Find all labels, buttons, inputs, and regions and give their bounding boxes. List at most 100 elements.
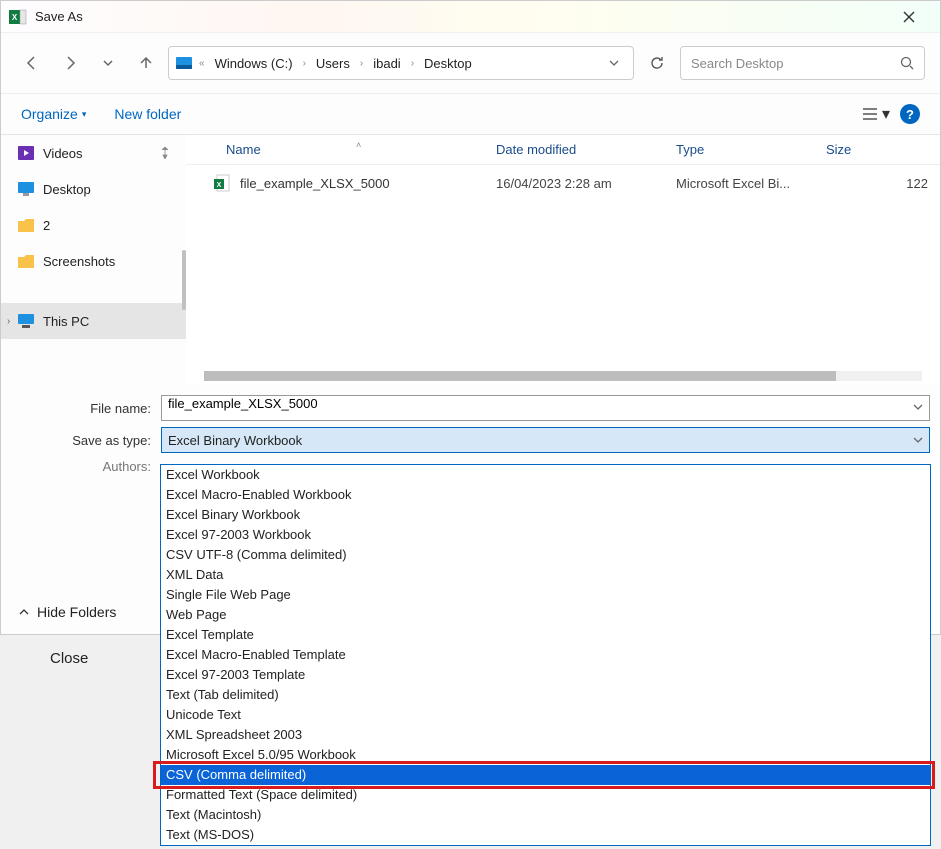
file-name-label: File name: bbox=[11, 401, 161, 416]
hide-folders-label: Hide Folders bbox=[37, 604, 116, 620]
dropdown-item[interactable]: XML Spreadsheet 2003 bbox=[161, 725, 930, 745]
dropdown-item[interactable]: Unicode Text bbox=[161, 705, 930, 725]
chevron-right-icon: › bbox=[358, 58, 365, 69]
file-date: 16/04/2023 2:28 am bbox=[496, 176, 676, 191]
drive-icon bbox=[175, 54, 193, 72]
dropdown-item[interactable]: Excel 97-2003 Template bbox=[161, 665, 930, 685]
help-button[interactable]: ? bbox=[900, 104, 920, 124]
dropdown-item[interactable]: Microsoft Excel 5.0/95 Workbook bbox=[161, 745, 930, 765]
breadcrumb-item[interactable]: Users bbox=[312, 54, 354, 73]
close-button[interactable]: Close bbox=[50, 650, 88, 667]
view-menu[interactable]: ▾ bbox=[862, 104, 890, 124]
column-type[interactable]: Type bbox=[676, 142, 826, 157]
chevron-down-icon: ▾ bbox=[882, 104, 890, 124]
sort-indicator-icon: ˄ bbox=[356, 140, 361, 150]
form-area: File name: file_example_XLSX_5000 Save a… bbox=[1, 385, 940, 474]
file-list: Name˄ Date modified Type Size X file_exa… bbox=[186, 135, 940, 385]
up-button[interactable] bbox=[130, 47, 162, 79]
svg-text:X: X bbox=[12, 13, 18, 22]
dropdown-item[interactable]: CSV (Comma delimited) bbox=[161, 765, 930, 785]
save-as-type-dropdown[interactable]: Excel Binary Workbook bbox=[161, 427, 930, 453]
horizontal-scrollbar[interactable] bbox=[204, 371, 922, 381]
dropdown-item[interactable]: Excel 97-2003 Workbook bbox=[161, 525, 930, 545]
save-as-type-value: Excel Binary Workbook bbox=[168, 433, 302, 448]
dropdown-item[interactable]: Text (Tab delimited) bbox=[161, 685, 930, 705]
hide-folders-button[interactable]: Hide Folders bbox=[19, 604, 116, 620]
dropdown-item[interactable]: Excel Macro-Enabled Template bbox=[161, 645, 930, 665]
chevron-left-icon: « bbox=[197, 58, 207, 69]
dropdown-item[interactable]: Excel Binary Workbook bbox=[161, 505, 930, 525]
sidebar-item-label: Videos bbox=[43, 146, 83, 161]
dialog-body: Videos Desktop 2 Screenshots › This PC bbox=[1, 135, 940, 385]
chevron-right-icon: › bbox=[7, 316, 10, 327]
new-folder-button[interactable]: New folder bbox=[114, 106, 181, 122]
save-as-type-label: Save as type: bbox=[11, 433, 161, 448]
breadcrumb[interactable]: « Windows (C:) › Users › ibadi › Desktop bbox=[168, 46, 634, 80]
refresh-button[interactable] bbox=[640, 46, 674, 80]
sidebar-item-label: Desktop bbox=[43, 182, 91, 197]
dropdown-item[interactable]: Text (MS-DOS) bbox=[161, 825, 930, 845]
sidebar-item-label: This PC bbox=[43, 314, 89, 329]
dropdown-item[interactable]: Excel Workbook bbox=[161, 465, 930, 485]
svg-text:X: X bbox=[217, 182, 222, 189]
dropdown-item[interactable]: XML Data bbox=[161, 565, 930, 585]
column-name[interactable]: Name˄ bbox=[186, 142, 496, 157]
file-name-value: file_example_XLSX_5000 bbox=[168, 396, 318, 411]
sidebar-item-folder-2[interactable]: 2 bbox=[1, 207, 186, 243]
chevron-right-icon: › bbox=[409, 58, 416, 69]
file-size: 122 bbox=[826, 176, 940, 191]
chevron-down-icon: ▾ bbox=[82, 109, 87, 120]
pc-icon bbox=[17, 312, 35, 330]
navigation-row: « Windows (C:) › Users › ibadi › Desktop bbox=[1, 33, 940, 93]
close-icon[interactable] bbox=[886, 2, 932, 32]
titlebar: X Save As bbox=[1, 1, 940, 33]
sidebar-item-desktop[interactable]: Desktop bbox=[1, 171, 186, 207]
sidebar-item-videos[interactable]: Videos bbox=[1, 135, 186, 171]
videos-icon bbox=[17, 144, 35, 162]
sidebar-item-label: Screenshots bbox=[43, 254, 115, 269]
file-type: Microsoft Excel Bi... bbox=[676, 176, 826, 191]
breadcrumb-item[interactable]: Windows (C:) bbox=[211, 54, 297, 73]
excel-app-icon: X bbox=[9, 8, 27, 26]
column-headers: Name˄ Date modified Type Size bbox=[186, 135, 940, 165]
toolbar: Organize ▾ New folder ▾ ? bbox=[1, 93, 940, 135]
search-field[interactable] bbox=[691, 56, 892, 71]
breadcrumb-item[interactable]: ibadi bbox=[369, 54, 404, 73]
dropdown-item[interactable]: Single File Web Page bbox=[161, 585, 930, 605]
column-date[interactable]: Date modified bbox=[496, 142, 676, 157]
organize-menu[interactable]: Organize ▾ bbox=[21, 106, 86, 122]
dropdown-item[interactable]: Excel Template bbox=[161, 625, 930, 645]
chevron-down-icon bbox=[913, 435, 923, 445]
file-name-input[interactable]: file_example_XLSX_5000 bbox=[161, 395, 930, 421]
dialog-title: Save As bbox=[35, 9, 83, 24]
file-name: file_example_XLSX_5000 bbox=[240, 176, 390, 191]
excel-file-icon: X bbox=[214, 174, 232, 192]
organize-label: Organize bbox=[21, 106, 78, 122]
breadcrumb-item[interactable]: Desktop bbox=[420, 54, 476, 73]
pin-icon bbox=[160, 147, 170, 159]
chevron-up-icon bbox=[19, 607, 29, 617]
folder-icon bbox=[17, 216, 35, 234]
dropdown-item[interactable]: Web Page bbox=[161, 605, 930, 625]
column-size[interactable]: Size bbox=[826, 142, 940, 157]
chevron-right-icon: › bbox=[301, 58, 308, 69]
breadcrumb-dropdown[interactable] bbox=[601, 58, 627, 68]
file-type-dropdown-list[interactable]: Excel WorkbookExcel Macro-Enabled Workbo… bbox=[160, 464, 931, 846]
sidebar-item-screenshots[interactable]: Screenshots bbox=[1, 243, 186, 279]
dropdown-item[interactable]: Formatted Text (Space delimited) bbox=[161, 785, 930, 805]
back-button[interactable] bbox=[16, 47, 48, 79]
forward-button[interactable] bbox=[54, 47, 86, 79]
sidebar-item-label: 2 bbox=[43, 218, 50, 233]
dropdown-item[interactable]: Text (Macintosh) bbox=[161, 805, 930, 825]
recent-locations-button[interactable] bbox=[92, 47, 124, 79]
file-row[interactable]: X file_example_XLSX_5000 16/04/2023 2:28… bbox=[186, 165, 940, 201]
authors-label: Authors: bbox=[11, 459, 161, 474]
chevron-down-icon[interactable] bbox=[913, 402, 923, 412]
sidebar-item-this-pc[interactable]: › This PC bbox=[1, 303, 186, 339]
desktop-icon bbox=[17, 180, 35, 198]
dropdown-item[interactable]: Excel Macro-Enabled Workbook bbox=[161, 485, 930, 505]
dropdown-item[interactable]: CSV UTF-8 (Comma delimited) bbox=[161, 545, 930, 565]
search-input[interactable] bbox=[680, 46, 925, 80]
folder-icon bbox=[17, 252, 35, 270]
search-icon bbox=[900, 56, 914, 70]
